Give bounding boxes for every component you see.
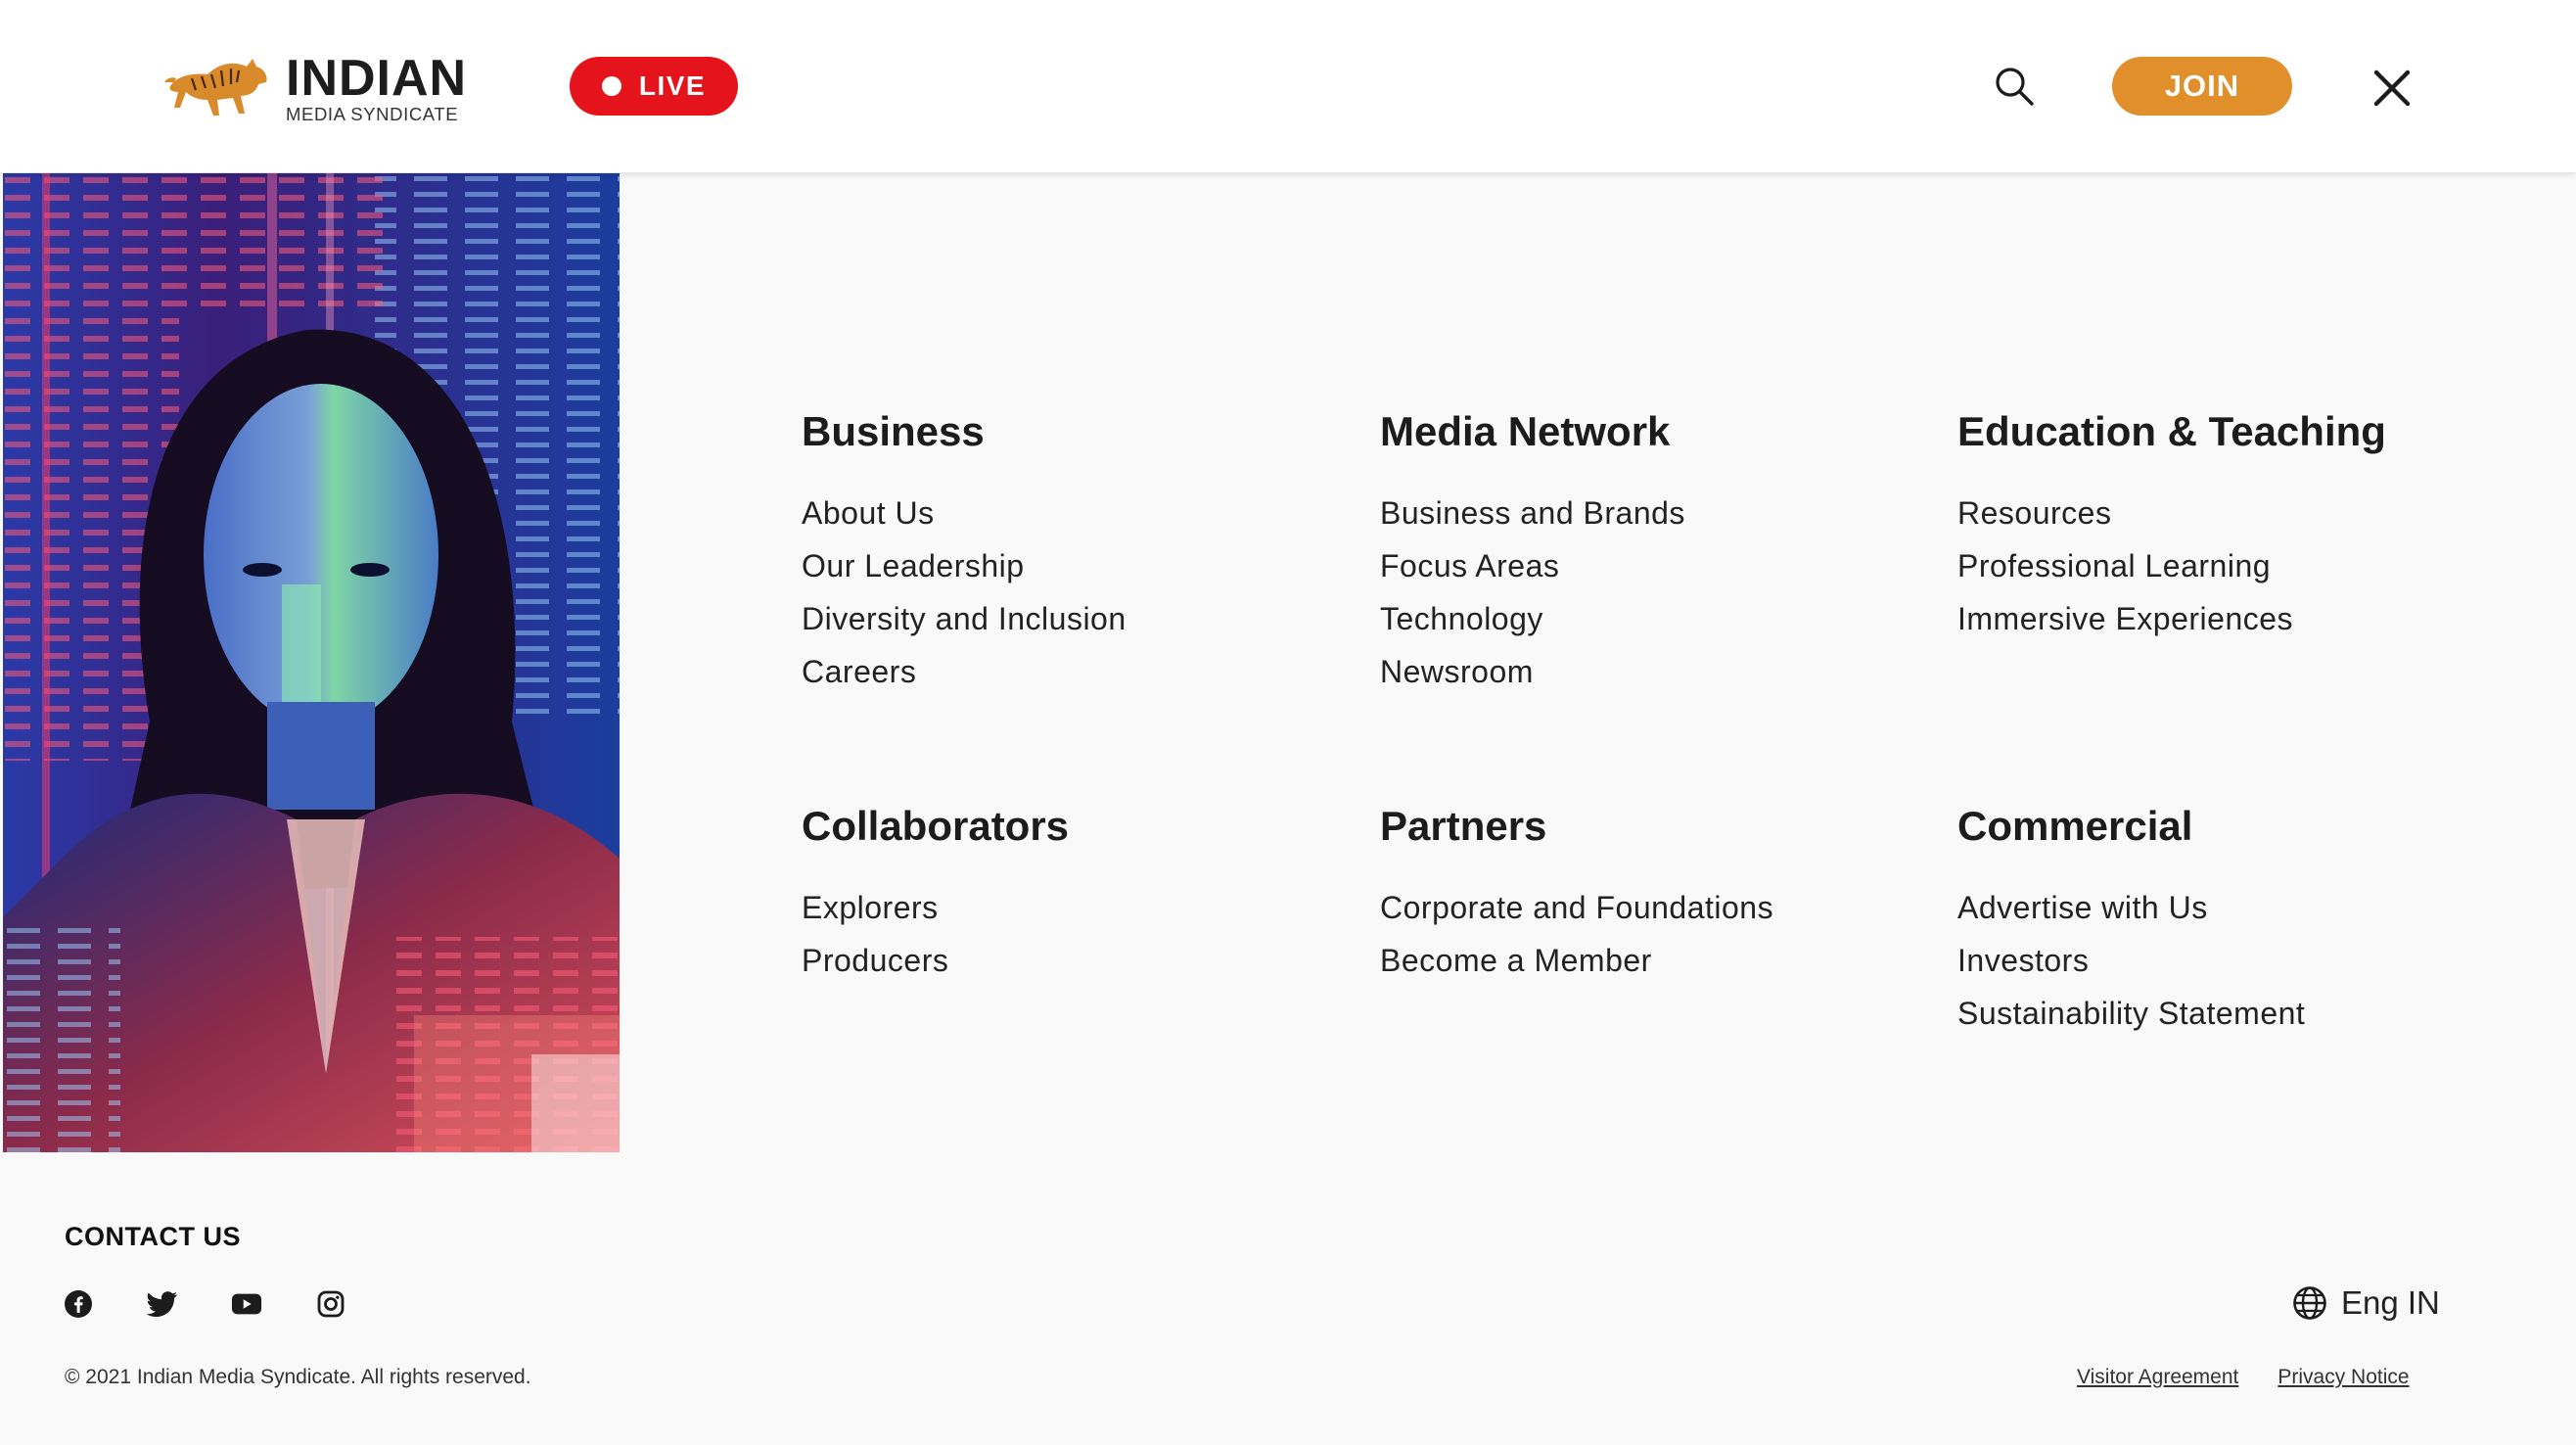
live-button[interactable]: LIVE xyxy=(570,57,738,116)
logo-tagline: MEDIA SYNDICATE xyxy=(286,103,459,124)
menu-link-producers[interactable]: Producers xyxy=(802,934,1350,987)
menu-list-commercial: Advertise with Us Investors Sustainabili… xyxy=(1957,881,2506,1040)
menu-heading-media-network: Media Network xyxy=(1380,408,1671,454)
menu-section-collaborators: Collaborators Explorers Producers xyxy=(802,799,1350,987)
live-label: LIVE xyxy=(638,70,707,101)
legal-links: Visitor Agreement Privacy Notice xyxy=(2077,1366,2410,1389)
privacy-notice-link[interactable]: Privacy Notice xyxy=(2277,1366,2409,1389)
menu-link-resources[interactable]: Resources xyxy=(1957,487,2506,539)
menu-heading-commercial: Commercial xyxy=(1957,803,2193,849)
instagram-icon[interactable] xyxy=(315,1288,346,1320)
menu-link-become-member[interactable]: Become a Member xyxy=(1380,934,1928,987)
menu-link-our-leadership[interactable]: Our Leadership xyxy=(802,539,1350,592)
contact-us-heading: CONTACT US xyxy=(65,1222,241,1251)
menu-link-advertise[interactable]: Advertise with Us xyxy=(1957,881,2506,934)
join-label: JOIN xyxy=(2164,69,2240,103)
menu-link-focus-areas[interactable]: Focus Areas xyxy=(1380,539,1928,592)
menu-heading-education: Education & Teaching xyxy=(1957,408,2386,454)
menu-section-partners: Partners Corporate and Foundations Becom… xyxy=(1380,799,1928,987)
menu-link-investors[interactable]: Investors xyxy=(1957,934,2506,987)
menu-link-careers[interactable]: Careers xyxy=(802,645,1350,698)
menu-heading-partners: Partners xyxy=(1380,803,1547,849)
menu-link-newsroom[interactable]: Newsroom xyxy=(1380,645,1928,698)
menu-list-collaborators: Explorers Producers xyxy=(802,881,1350,987)
menu-list-partners: Corporate and Foundations Become a Membe… xyxy=(1380,881,1928,987)
live-dot-icon xyxy=(601,76,621,96)
menu-heading-business: Business xyxy=(802,408,985,454)
search-icon[interactable] xyxy=(1993,65,2036,108)
tiger-logo-icon xyxy=(164,59,267,116)
menu-section-commercial: Commercial Advertise with Us Investors S… xyxy=(1957,799,2506,1040)
menu-heading-collaborators: Collaborators xyxy=(802,803,1070,849)
close-icon[interactable] xyxy=(2372,69,2412,108)
projected-code-portrait-image xyxy=(3,173,620,1152)
menu-link-about-us[interactable]: About Us xyxy=(802,487,1350,539)
menu-section-education: Education & Teaching Resources Professio… xyxy=(1957,404,2506,645)
menu-link-corporate-foundations[interactable]: Corporate and Foundations xyxy=(1380,881,1928,934)
site-logo[interactable]: INDIAN MEDIA SYNDICATE xyxy=(162,53,467,123)
language-selector[interactable]: Eng IN xyxy=(2292,1284,2440,1322)
youtube-icon[interactable] xyxy=(231,1288,262,1320)
menu-section-business: Business About Us Our Leadership Diversi… xyxy=(802,404,1350,698)
copyright-text: © 2021 Indian Media Syndicate. All right… xyxy=(65,1366,531,1388)
menu-link-immersive-experiences[interactable]: Immersive Experiences xyxy=(1957,592,2506,645)
menu-link-diversity-inclusion[interactable]: Diversity and Inclusion xyxy=(802,592,1350,645)
social-links xyxy=(63,1288,399,1320)
menu-link-explorers[interactable]: Explorers xyxy=(802,881,1350,934)
menu-link-sustainability[interactable]: Sustainability Statement xyxy=(1957,987,2506,1040)
menu-link-business-and-brands[interactable]: Business and Brands xyxy=(1380,487,1928,539)
menu-link-technology[interactable]: Technology xyxy=(1380,592,1928,645)
menu-section-media-network: Media Network Business and Brands Focus … xyxy=(1380,404,1928,698)
page: INDIAN MEDIA SYNDICATE LIVE JOIN Busines… xyxy=(0,0,2576,1445)
visitor-agreement-link[interactable]: Visitor Agreement xyxy=(2077,1366,2238,1389)
logo-wordmark: INDIAN xyxy=(286,49,468,107)
menu-list-business: About Us Our Leadership Diversity and In… xyxy=(802,487,1350,698)
menu-list-media-network: Business and Brands Focus Areas Technolo… xyxy=(1380,487,1928,698)
menu-hero-image xyxy=(3,173,620,1152)
globe-icon xyxy=(2293,1286,2326,1320)
language-label: Eng IN xyxy=(2341,1284,2440,1321)
facebook-icon[interactable] xyxy=(63,1288,94,1320)
twitter-icon[interactable] xyxy=(147,1288,178,1320)
top-header: INDIAN MEDIA SYNDICATE LIVE JOIN xyxy=(0,0,2576,173)
menu-list-education: Resources Professional Learning Immersiv… xyxy=(1957,487,2506,645)
menu-link-professional-learning[interactable]: Professional Learning xyxy=(1957,539,2506,592)
join-button[interactable]: JOIN xyxy=(2112,57,2292,116)
